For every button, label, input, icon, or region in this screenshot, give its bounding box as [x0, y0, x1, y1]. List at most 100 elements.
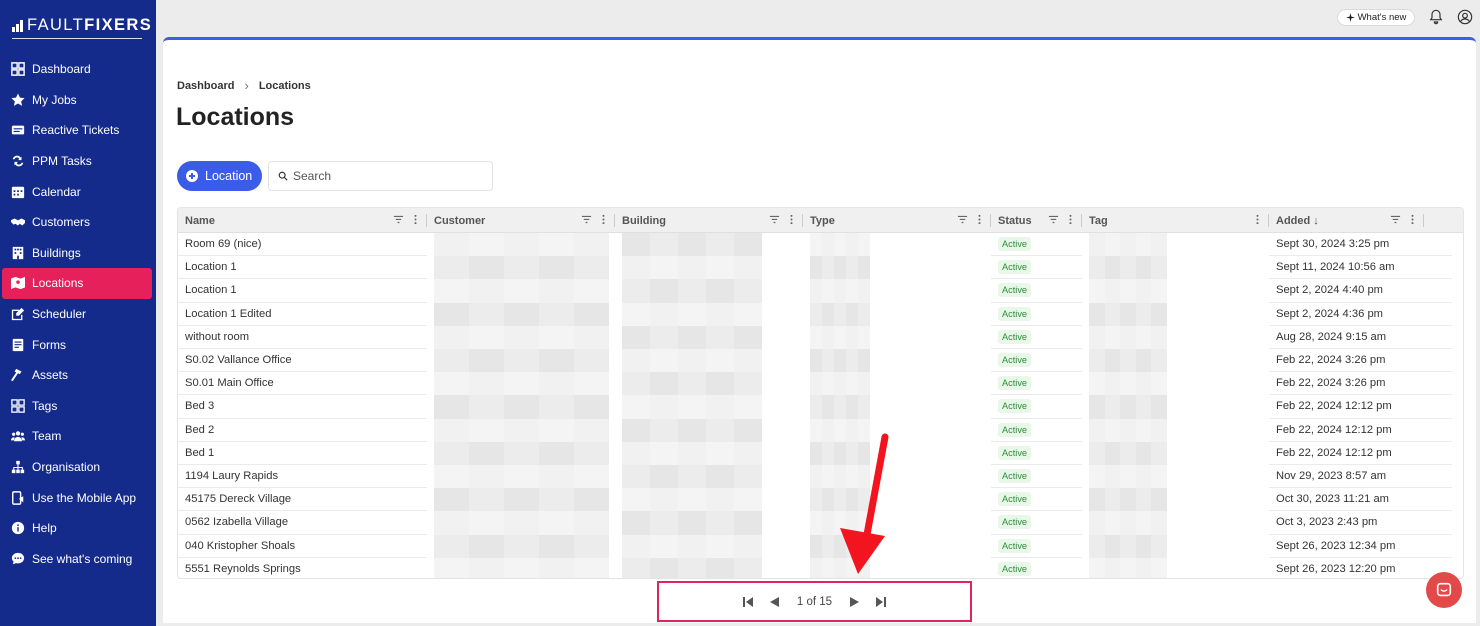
redacted-block [1151, 256, 1167, 280]
sidebar-item-ppm-tasks[interactable]: PPM Tasks [0, 146, 156, 177]
table-row[interactable]: Bed 3 Active Feb 22, 2024 12:12 pm [178, 395, 1463, 419]
status-badge: Active [998, 260, 1032, 275]
filter-icon[interactable] [1390, 214, 1401, 228]
redacted-block [810, 534, 822, 558]
next-page-button[interactable] [848, 595, 862, 609]
sort-descending-icon[interactable]: ↓ [1313, 215, 1319, 227]
sidebar-item-organisation[interactable]: Organisation [0, 452, 156, 483]
redacted-block [650, 511, 678, 535]
brand-name: FAULTFIXERS [27, 16, 153, 34]
redacted-block [650, 488, 678, 512]
sidebar-item-dashboard[interactable]: Dashboard [0, 54, 156, 85]
first-page-button[interactable] [741, 595, 755, 609]
table-row[interactable]: 040 Kristopher Shoals Active Sept 26, 2023… [178, 534, 1463, 558]
chat-widget-button[interactable] [1426, 572, 1462, 608]
column-menu-icon[interactable] [1407, 214, 1418, 228]
filter-icon[interactable] [581, 214, 592, 228]
redacted-block [734, 418, 762, 442]
sidebar-item-customers[interactable]: Customers [0, 207, 156, 238]
cell-redacted [803, 256, 991, 280]
sidebar-item-my-jobs[interactable]: My Jobs [0, 85, 156, 116]
redacted-block [810, 233, 822, 257]
column-header-name[interactable]: Name [178, 208, 427, 233]
column-menu-icon[interactable] [1252, 214, 1263, 228]
table-row[interactable]: Location 1 Edited Active Sept 2, 2024 4:36… [178, 302, 1463, 326]
redacted-block [858, 279, 870, 303]
last-page-button[interactable] [874, 595, 888, 609]
table-row[interactable]: Location 1 Active Sept 2, 2024 4:40 pm [178, 279, 1463, 303]
table-row[interactable]: 1194 Laury Rapids Active Nov 29, 2023 8:57… [178, 465, 1463, 489]
sidebar-item-tags[interactable]: Tags [0, 391, 156, 422]
cell-name: S0.02 Vallance Office [178, 349, 427, 373]
column-header-added[interactable]: Added ↓ [1269, 208, 1424, 233]
column-header-building[interactable]: Building [615, 208, 803, 233]
table-row[interactable]: Bed 1 Active Feb 22, 2024 12:12 pm [178, 441, 1463, 465]
table-row[interactable]: S0.01 Main Office Active Feb 22, 2024 3:26… [178, 372, 1463, 396]
sidebar-item-see-what-s-coming[interactable]: See what's coming [0, 544, 156, 575]
whats-new-button[interactable]: What's new [1337, 9, 1415, 26]
sidebar-item-locations[interactable]: Locations [2, 268, 152, 299]
previous-page-button[interactable] [767, 595, 781, 609]
column-header-customer[interactable]: Customer [427, 208, 615, 233]
filter-icon[interactable] [1048, 214, 1059, 228]
redacted-block [469, 233, 504, 257]
redacted-block [434, 349, 469, 373]
sidebar-item-scheduler[interactable]: Scheduler [0, 299, 156, 330]
redacted-block [706, 279, 734, 303]
filter-icon[interactable] [957, 214, 968, 228]
chevron-right-icon: › [244, 78, 249, 93]
redacted-block [1104, 465, 1121, 489]
cell-added: Feb 22, 2024 12:12 pm [1269, 419, 1452, 442]
brand-logo[interactable]: FAULTFIXERS [12, 14, 151, 40]
column-menu-icon[interactable] [410, 214, 421, 228]
column-header-status[interactable]: Status [991, 208, 1082, 233]
filter-icon[interactable] [393, 214, 404, 228]
status-badge: Active [998, 515, 1032, 530]
column-header-type[interactable]: Type [803, 208, 991, 233]
table-row[interactable]: 0562 Izabella Village Active Oct 3, 2023 2… [178, 511, 1463, 535]
sidebar-item-reactive-tickets[interactable]: Reactive Tickets [0, 115, 156, 146]
table-row[interactable]: S0.02 Vallance Office Active Feb 22, 2024 … [178, 349, 1463, 373]
cell-redacted [1082, 465, 1269, 489]
sidebar-item-forms[interactable]: Forms [0, 329, 156, 360]
add-location-button[interactable]: Location [177, 161, 262, 191]
table-row[interactable]: 5551 Reynolds Springs Active Sept 26, 2023… [178, 557, 1463, 578]
redacted-block [1151, 488, 1167, 512]
repeat-icon [10, 153, 26, 169]
redacted-block [504, 395, 539, 419]
table-row[interactable]: 45175 Dereck Village Active Oct 30, 2023 1… [178, 488, 1463, 512]
table-row[interactable]: Room 69 (nice) Active Sept 30, 2024 3:25 p… [178, 233, 1463, 257]
table-row[interactable]: Bed 2 Active Feb 22, 2024 12:12 pm [178, 418, 1463, 442]
table-row[interactable]: without room Active Aug 28, 2024 9:15 am [178, 325, 1463, 349]
added-date: Oct 30, 2023 11:21 am [1276, 493, 1389, 506]
column-menu-icon[interactable] [1065, 214, 1076, 228]
sidebar-item-assets[interactable]: Assets [0, 360, 156, 391]
cell-redacted [615, 465, 803, 489]
redacted-block [1151, 279, 1167, 303]
filter-icon[interactable] [769, 214, 780, 228]
sidebar-item-use-the-mobile-app[interactable]: Use the Mobile App [0, 482, 156, 513]
table-row[interactable]: Location 1 Active Sept 11, 2024 10:56 am [178, 256, 1463, 280]
column-menu-icon[interactable] [974, 214, 985, 228]
sidebar-item-buildings[interactable]: Buildings [0, 238, 156, 269]
redacted-block [539, 465, 574, 489]
dashboard-icon [10, 61, 26, 77]
redacted-block [574, 465, 609, 489]
redacted-block [706, 302, 734, 326]
cell-name: without room [178, 326, 427, 349]
redacted-block [810, 465, 822, 489]
sidebar-item-help[interactable]: Help [0, 513, 156, 544]
status-badge: Active [998, 399, 1032, 414]
status-badge: Active [998, 376, 1032, 391]
cell-redacted [615, 372, 803, 396]
user-account-icon[interactable] [1457, 9, 1473, 25]
search-input[interactable] [293, 169, 483, 183]
bell-icon[interactable] [1428, 9, 1444, 25]
column-header-tag[interactable]: Tag [1082, 208, 1269, 233]
column-menu-icon[interactable] [786, 214, 797, 228]
sidebar-item-team[interactable]: Team [0, 421, 156, 452]
sidebar-item-calendar[interactable]: Calendar [0, 176, 156, 207]
redacted-block [1104, 302, 1121, 326]
breadcrumb-dashboard-link[interactable]: Dashboard [177, 80, 234, 92]
column-menu-icon[interactable] [598, 214, 609, 228]
